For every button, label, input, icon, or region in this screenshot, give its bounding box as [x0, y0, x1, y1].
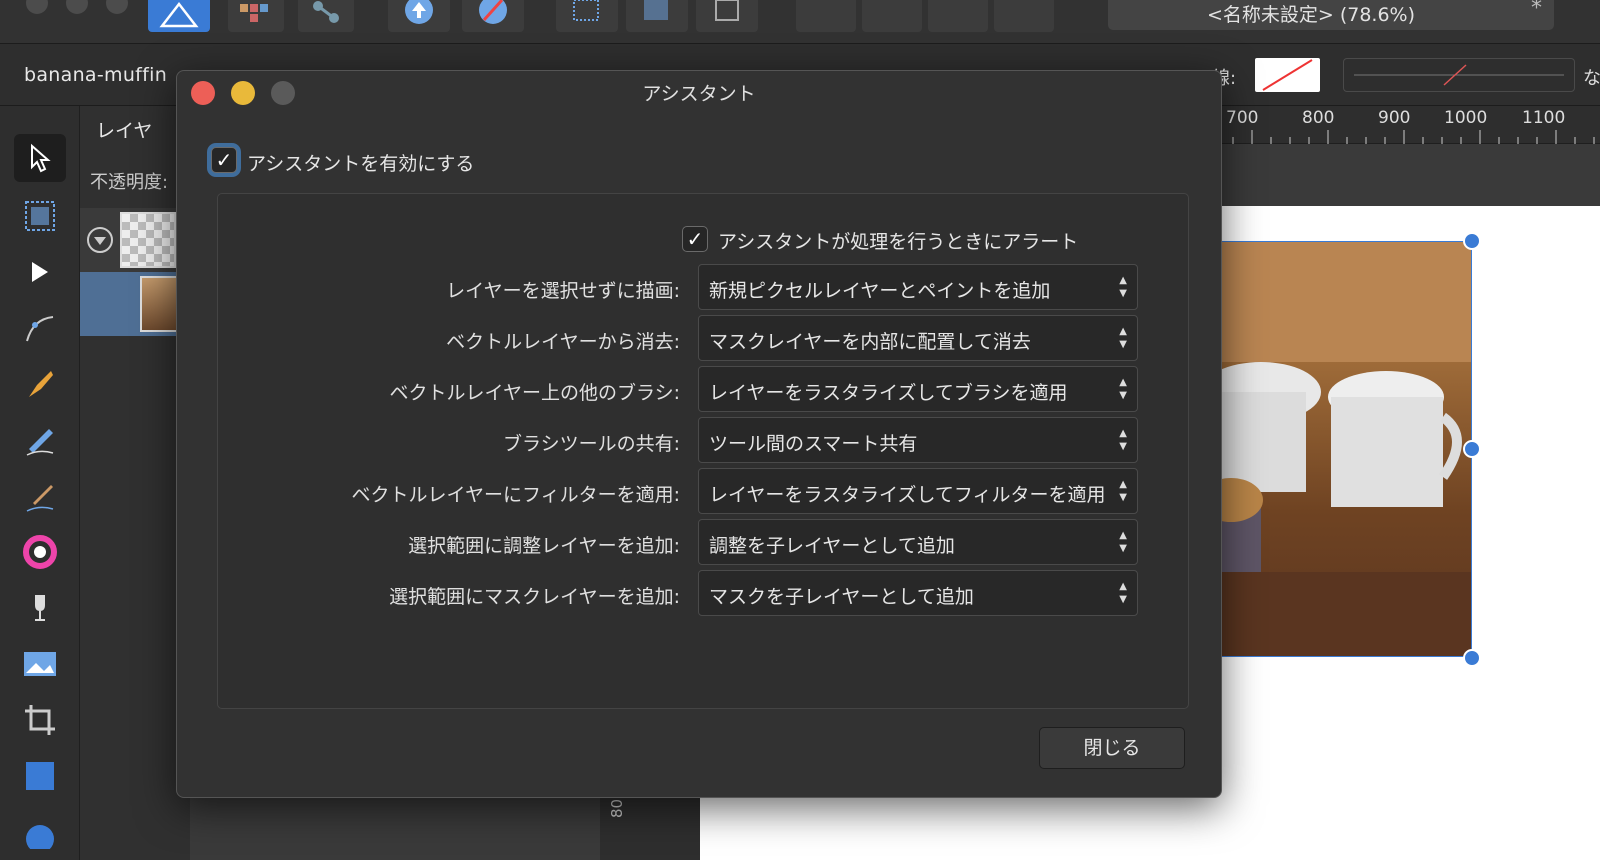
move-tool-icon[interactable] [14, 134, 66, 182]
ruler-mark: 800 [1302, 108, 1335, 128]
select-marquee-icon[interactable] [556, 0, 618, 32]
crop-tool-icon[interactable] [14, 696, 66, 744]
stroke-none-label: な [1583, 68, 1600, 89]
select-value: マスクレイヤーを内部に配置して消去 [709, 331, 1031, 353]
window-zoom-button[interactable] [106, 0, 128, 14]
share-icon[interactable] [298, 0, 354, 32]
stroke-color-swatch[interactable] [1255, 58, 1320, 92]
placed-photo[interactable] [1200, 241, 1472, 657]
layers-panel: レイヤ 不透明度: [80, 106, 196, 860]
select-other-brushes[interactable]: レイヤーをラスタライズしてブラシを適用 ▲ ▼ [698, 366, 1138, 412]
layer-row-selected[interactable] [80, 272, 196, 336]
select-value: レイヤーをラスタライズしてフィルターを適用 [709, 484, 1106, 506]
close-button[interactable]: 閉じる [1039, 727, 1185, 769]
resize-handle-top-right[interactable] [1463, 232, 1481, 250]
layer-thumbnail [120, 212, 176, 268]
select-value: マスクを子レイヤーとして追加 [709, 586, 974, 608]
row-label: ベクトルレイヤーにフィルターを適用: [351, 484, 680, 506]
updown-arrows-icon: ▲ ▼ [1119, 581, 1127, 605]
row-label: 選択範囲に調整レイヤーを追加: [408, 535, 680, 557]
ruler-mark: 1100 [1522, 108, 1566, 128]
place-image-icon[interactable] [14, 640, 66, 688]
assistant-options-group: ✓ アシスタントが処理を行うときにアラート レイヤーを選択せずに描画: 新規ピク… [217, 193, 1189, 709]
ruler-mark: 700 [1226, 108, 1259, 128]
arrange-back-icon[interactable] [796, 0, 856, 32]
select-apply-filter[interactable]: レイヤーをラスタライズしてフィルターを適用 ▲ ▼ [698, 468, 1138, 514]
color-picker-icon[interactable] [14, 528, 66, 576]
layer-row[interactable] [80, 208, 190, 272]
updown-arrows-icon: ▲ ▼ [1119, 479, 1127, 503]
opacity-label: 不透明度: [90, 172, 169, 193]
select-all-icon[interactable] [626, 0, 688, 32]
vector-brush-icon[interactable] [14, 360, 66, 408]
arrange-backward-icon[interactable] [862, 0, 922, 32]
select-value: 調整を子レイヤーとして追加 [709, 535, 955, 557]
transform-icon[interactable] [696, 0, 758, 32]
row-label: ブラシツールの共有: [502, 433, 680, 455]
select-adjustment-layer[interactable]: 調整を子レイヤーとして追加 ▲ ▼ [698, 519, 1138, 565]
no-fill-icon[interactable] [462, 0, 524, 32]
select-erase-vector[interactable]: マスクレイヤーを内部に配置して消去 ▲ ▼ [698, 315, 1138, 361]
alert-label[interactable]: アシスタントが処理を行うときにアラート [718, 227, 1078, 254]
layout-grid-icon[interactable] [228, 0, 284, 32]
enable-assistant-checkbox[interactable]: ✓ [211, 147, 237, 173]
modified-indicator: * [1531, 0, 1542, 21]
window-minimize-button[interactable] [66, 0, 88, 14]
updown-arrows-icon: ▲ ▼ [1119, 275, 1127, 299]
row-label: 選択範囲にマスクレイヤーを追加: [389, 586, 680, 608]
node-tool-icon[interactable] [14, 248, 66, 296]
row-label: レイヤーを選択せずに描画: [446, 280, 680, 302]
select-value: ツール間のスマート共有 [709, 433, 918, 455]
ellipse-tool-icon[interactable] [14, 808, 66, 856]
assistant-dialog: アシスタント ✓ アシスタントを有効にする ✓ アシスタントが処理を行うときにア… [176, 70, 1222, 798]
paint-brush-icon[interactable] [14, 472, 66, 520]
select-draw-without-layer[interactable]: 新規ピクセルレイヤーとペイントを追加 ▲ ▼ [698, 264, 1138, 310]
dialog-title: アシスタント [642, 83, 756, 105]
row-label: ベクトルレイヤーから消去: [446, 331, 680, 353]
select-mask-layer[interactable]: マスクを子レイヤーとして追加 ▲ ▼ [698, 570, 1138, 616]
pencil-tool-icon[interactable] [14, 416, 66, 464]
layers-tab[interactable]: レイヤ [96, 116, 152, 143]
updown-arrows-icon: ▲ ▼ [1119, 326, 1127, 350]
resize-handle-right[interactable] [1463, 440, 1481, 458]
select-value: 新規ピクセルレイヤーとペイントを追加 [709, 280, 1051, 302]
fill-tool-icon[interactable] [14, 584, 66, 632]
expand-icon[interactable] [86, 226, 114, 254]
pen-tool-icon[interactable] [14, 304, 66, 352]
updown-arrows-icon: ▲ ▼ [1119, 530, 1127, 554]
ruler-mark: 900 [1378, 108, 1411, 128]
select-brush-sharing[interactable]: ツール間のスマート共有 ▲ ▼ [698, 417, 1138, 463]
arrange-front-icon[interactable] [994, 0, 1054, 32]
alert-checkbox[interactable]: ✓ [682, 226, 708, 252]
ruler-mark: 1000 [1444, 108, 1488, 128]
upload-icon[interactable] [388, 0, 450, 32]
resize-handle-bottom-right[interactable] [1463, 649, 1481, 667]
enable-assistant-label[interactable]: アシスタントを有効にする [247, 149, 474, 176]
rectangle-tool-icon[interactable] [14, 752, 66, 800]
artboard-tool-icon[interactable] [14, 192, 66, 240]
document-name: banana-muffin [24, 64, 168, 86]
horizontal-ruler: 700 800 900 1000 1100 [1200, 106, 1600, 144]
persona-photo-button[interactable] [148, 0, 210, 32]
document-title: <名称未設定> (78.6%) [1206, 4, 1416, 26]
arrange-forward-icon[interactable] [928, 0, 988, 32]
row-label: ベクトルレイヤー上の他のブラシ: [389, 382, 680, 404]
stroke-width-slider[interactable] [1343, 58, 1575, 92]
updown-arrows-icon: ▲ ▼ [1119, 377, 1127, 401]
updown-arrows-icon: ▲ ▼ [1119, 428, 1127, 452]
document-tab[interactable]: <名称未設定> (78.6%) * [1108, 0, 1554, 30]
tools-panel [0, 106, 80, 860]
select-value: レイヤーをラスタライズしてブラシを適用 [709, 382, 1068, 404]
window-close-button[interactable] [26, 0, 48, 14]
main-toolbar: <名称未設定> (78.6%) * [0, 0, 1600, 44]
